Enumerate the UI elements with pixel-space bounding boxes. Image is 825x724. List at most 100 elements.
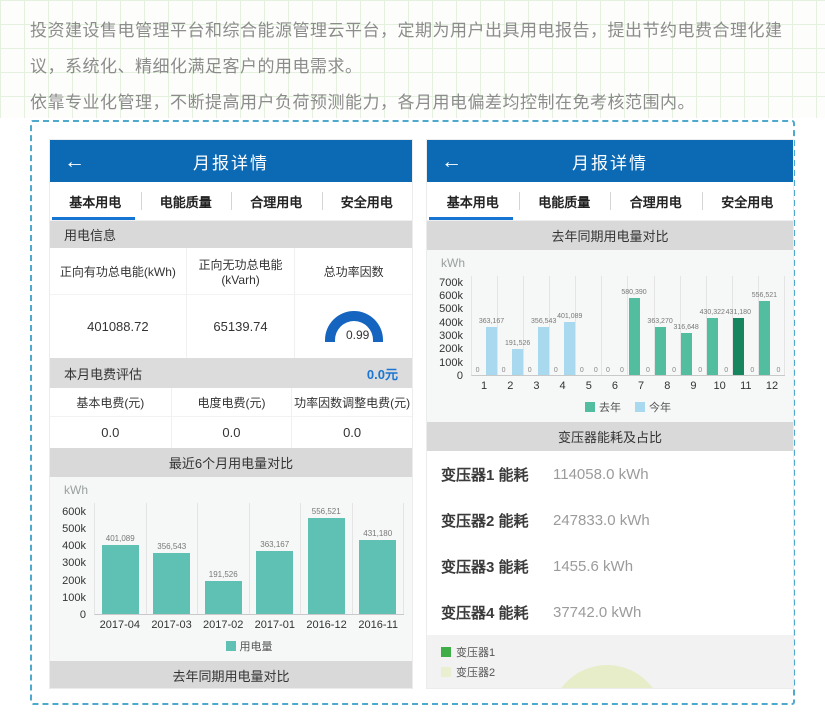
transformer-2-value: 247833.0 kWh [553,512,650,529]
bar-zero-label: 0 [620,366,624,375]
y-tick-label: 200k [62,576,86,586]
chart-legend: 用电量 [50,631,404,659]
bar-zero-label: 0 [476,366,480,375]
app-header: ← 月报详情 [50,140,412,182]
bar-slot: 356,543 [538,276,549,375]
bill-values-row: 0.0 0.0 0.0 [50,416,412,448]
bar-zero-label: 0 [776,366,780,375]
bar [102,545,139,614]
y-tick-label: 400k [439,318,463,328]
bar-slot: 0 [524,276,535,375]
bar-zero-label: 0 [606,366,610,375]
bar [733,318,744,375]
bar-zero-label: 0 [580,366,584,375]
chart-plot-area: 401,089356,543191,526363,167556,521431,1… [94,503,404,615]
pie-legend-item-2: 变压器2 [441,664,495,680]
legend-label: 去年 [599,399,621,415]
legend-swatch-transformer2 [441,667,451,677]
bar-slot: 191,526 [205,503,242,614]
chart-x-axis: 2017-042017-032017-022017-012016-122016-… [94,615,404,631]
tab-reasonable-power[interactable]: 合理用电 [231,182,322,220]
x-axis-label: 2016-12 [301,615,353,631]
bar-group: 356,543 [147,503,199,614]
bar-value-label: 430,322 [700,309,725,316]
chart-plot-wrap: 700k600k500k400k300k200k100k0 0363,16701… [427,276,785,376]
tab-basic-power[interactable]: 基本用电 [427,182,519,220]
transformer-4-label: 变压器4 能耗 [441,602,545,623]
bar-value-label: 431,180 [726,309,751,316]
app-header: ← 月报详情 [427,140,793,182]
bar [707,318,718,375]
legend-label: 今年 [649,399,671,415]
column-header-pf-adjust-fee: 功率因数调整电费(元) [291,388,412,416]
transformer-pie-chart [550,665,664,688]
y-tick-label: 100k [62,593,86,603]
legend-label: 用电量 [240,638,273,654]
tab-power-quality[interactable]: 电能质量 [141,182,232,220]
bar [512,349,523,375]
x-axis-label: 1 [471,376,497,392]
bar-group: 0191,526 [498,276,524,375]
chart-plot-wrap: 600k500k400k300k200k100k0 401,089356,543… [50,503,404,615]
bar-group: 0356,543 [524,276,550,375]
phone-screen-right: ← 月报详情 基本用电 电能质量 合理用电 安全用电 去年同期用电量对比 kWh… [427,140,793,688]
page-title: 月报详情 [50,149,412,174]
bar-group: 191,526 [198,503,250,614]
screenshots-container: ← 月报详情 基本用电 电能质量 合理用电 安全用电 用电信息 正向有功总电能(… [30,120,795,705]
transformer-3-label: 变压器3 能耗 [441,556,545,577]
y-tick-label: 300k [62,558,86,568]
bar-group: 401,089 [95,503,147,614]
bar [153,553,190,614]
y-tick-label: 0 [80,610,86,620]
legend-item: 去年 [585,399,621,415]
x-axis-label: 2 [497,376,523,392]
y-tick-label: 300k [439,331,463,341]
intro-paragraph-2: 依靠专业化管理，不断提高用户负荷预测能力，各月用电偏差均控制在免考核范围内。 [30,85,795,121]
tab-power-quality[interactable]: 电能质量 [519,182,611,220]
bar-slot: 0 [721,276,732,375]
energy-fee-value: 0.0 [171,417,292,448]
tab-safe-power[interactable]: 安全用电 [702,182,794,220]
bar-slot: 0 [602,276,613,375]
tab-reasonable-power[interactable]: 合理用电 [610,182,702,220]
basic-fee-value: 0.0 [50,417,171,448]
legend-label-transformer2: 变压器2 [456,664,495,680]
bar-slot: 580,390 [629,276,640,375]
bill-column-headers: 基本电费(元) 电度电费(元) 功率因数调整电费(元) [50,388,412,416]
bar-slot: 191,526 [512,276,523,375]
bar [486,327,497,375]
bar [359,540,396,614]
bar [681,333,692,375]
power-factor-value: 0.99 [325,328,383,342]
chart-legend: 去年 今年 [427,392,785,420]
bar-value-label: 191,526 [505,340,530,347]
bar-value-label: 363,270 [647,318,672,325]
legend-swatch [226,641,236,651]
tab-safe-power[interactable]: 安全用电 [322,182,413,220]
column-header-active-energy: 正向有功总电能(kWh) [50,248,186,294]
legend-swatch-transformer1 [441,647,451,657]
back-arrow-icon[interactable]: ← [64,151,85,172]
x-axis-label: 3 [523,376,549,392]
bar-value-label: 363,167 [479,318,504,325]
transformer-1-value: 114058.0 kWh [553,466,649,483]
back-arrow-icon[interactable]: ← [441,151,462,172]
bar-zero-label: 0 [594,366,598,375]
bar-group: 431,180 [353,503,405,614]
bar-slot: 356,543 [153,503,190,614]
x-axis-label: 5 [576,376,602,392]
power-factor-cell: 0.99 [294,295,412,358]
x-axis-label: 10 [707,376,733,392]
y-axis-unit-label: kWh [64,483,404,497]
transformer-row-1: 变压器1 能耗 114058.0 kWh [427,451,793,497]
bar-group: 556,521 [301,503,353,614]
tab-basic-power[interactable]: 基本用电 [50,182,141,220]
x-axis-label: 12 [759,376,785,392]
chart-y-axis: 600k500k400k300k200k100k0 [50,503,94,615]
bar-group: 316,6480 [681,276,707,375]
bar-slot: 431,180 [733,276,744,375]
intro-section: 投资建设售电管理平台和综合能源管理云平台，定期为用户出具用电报告，提出节约电费合… [0,0,825,118]
chart-y-axis: 700k600k500k400k300k200k100k0 [427,276,471,376]
x-axis-label: 8 [654,376,680,392]
transformer-4-value: 37742.0 kWh [553,604,641,621]
